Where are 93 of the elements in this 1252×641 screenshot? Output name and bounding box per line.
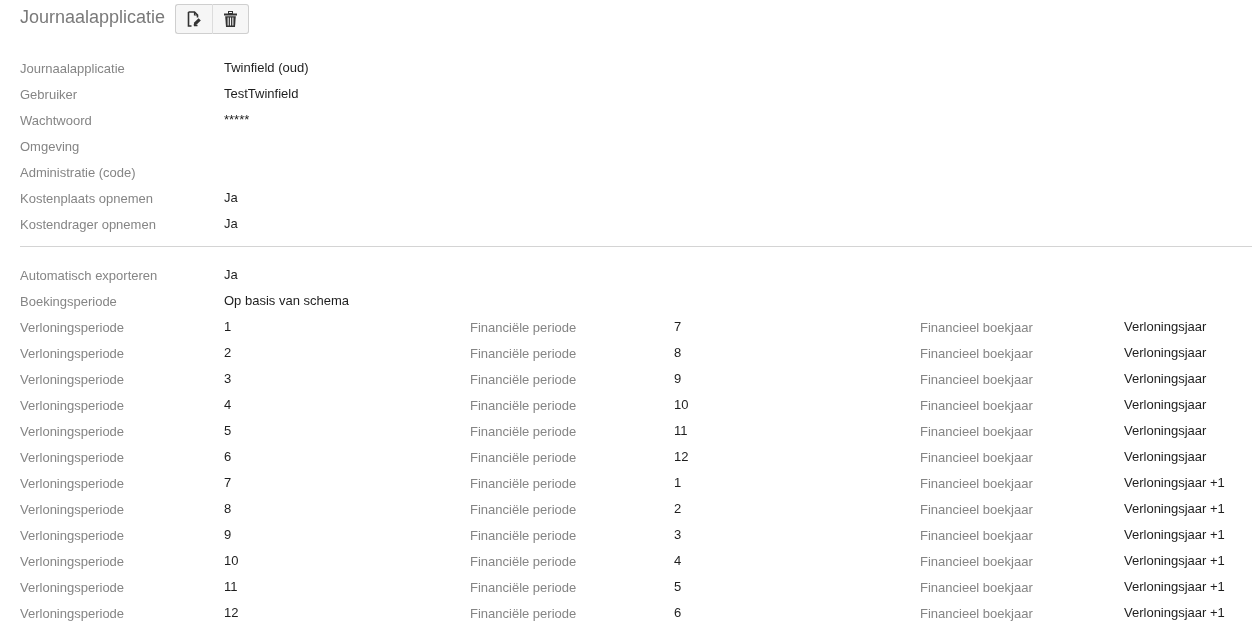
field-label: Administratie (code) <box>20 164 136 180</box>
field-label: Verloningsperiode <box>20 553 125 569</box>
field-value: 6 <box>224 448 232 464</box>
edit-button[interactable] <box>175 4 213 34</box>
field-value: Twinfield (oud) <box>224 59 309 75</box>
field-label: Kostendrager opnemen <box>20 216 156 232</box>
field-label: Verloningsperiode <box>20 423 125 439</box>
field-label: Financieel boekjaar <box>920 475 1033 491</box>
field-value: Verloningsjaar <box>1124 396 1207 412</box>
field-value: Ja <box>224 266 238 282</box>
field-value: 9 <box>224 526 232 542</box>
field-value: Verloningsjaar <box>1124 370 1207 386</box>
field-label: Financieel boekjaar <box>920 319 1033 335</box>
field-value: 10 <box>224 552 239 568</box>
field-label: Financiële periode <box>470 423 577 439</box>
field-label: Financiële periode <box>470 605 577 621</box>
field-value: Verloningsjaar <box>1124 422 1207 438</box>
field-value: 10 <box>674 396 689 412</box>
field-value: 2 <box>224 344 232 360</box>
field-label: Verloningsperiode <box>20 371 125 387</box>
field-value: ***** <box>224 111 250 127</box>
field-label: Financiële periode <box>470 527 577 543</box>
field-label: Financiële periode <box>470 371 577 387</box>
field-label: Verloningsperiode <box>20 501 125 517</box>
field-value: 11 <box>224 578 238 594</box>
field-label: Automatisch exporteren <box>20 267 158 283</box>
field-value: 1 <box>224 318 232 334</box>
field-value: 2 <box>674 500 682 516</box>
field-value: Verloningsjaar +1 <box>1124 578 1225 594</box>
field-label: Verloningsperiode <box>20 397 125 413</box>
page-title: Journaalapplicatie <box>20 7 166 28</box>
trash-icon <box>224 11 238 27</box>
field-value: 9 <box>674 370 682 386</box>
field-value: 7 <box>224 474 232 490</box>
field-label: Financiële periode <box>470 501 577 517</box>
field-value: Ja <box>224 189 238 205</box>
field-label: Financieel boekjaar <box>920 423 1033 439</box>
field-label: Financieel boekjaar <box>920 579 1033 595</box>
field-label: Gebruiker <box>20 86 78 102</box>
field-label: Verloningsperiode <box>20 605 125 621</box>
field-value: Ja <box>224 215 238 231</box>
field-value: Verloningsjaar <box>1124 448 1207 464</box>
field-label: Financiële periode <box>470 449 577 465</box>
field-value: 5 <box>224 422 232 438</box>
field-label: Financieel boekjaar <box>920 371 1033 387</box>
field-value: Verloningsjaar +1 <box>1124 500 1225 516</box>
field-value: 7 <box>674 318 682 334</box>
field-label: Kostenplaats opnemen <box>20 190 153 206</box>
field-value: 5 <box>674 578 682 594</box>
field-value: 3 <box>224 370 232 386</box>
field-label: Boekingsperiode <box>20 293 117 309</box>
field-value: TestTwinfield <box>224 85 299 101</box>
field-label: Verloningsperiode <box>20 579 125 595</box>
field-label: Verloningsperiode <box>20 319 125 335</box>
field-value: 4 <box>224 396 232 412</box>
field-label: Omgeving <box>20 138 80 154</box>
field-label: Verloningsperiode <box>20 527 125 543</box>
field-value: 12 <box>224 604 239 620</box>
field-label: Financieel boekjaar <box>920 449 1033 465</box>
field-label: Financieel boekjaar <box>920 501 1033 517</box>
field-value: 1 <box>674 474 682 490</box>
field-label: Journaalapplicatie <box>20 60 125 76</box>
field-label: Wachtwoord <box>20 112 92 128</box>
field-label: Verloningsperiode <box>20 475 125 491</box>
field-value: Verloningsjaar +1 <box>1124 474 1225 490</box>
field-label: Verloningsperiode <box>20 449 125 465</box>
field-label: Financieel boekjaar <box>920 345 1033 361</box>
field-value: 3 <box>674 526 682 542</box>
field-value: 12 <box>674 448 689 464</box>
field-value: Verloningsjaar <box>1124 344 1207 360</box>
field-label: Financieel boekjaar <box>920 605 1033 621</box>
field-value: Verloningsjaar +1 <box>1124 552 1225 568</box>
field-label: Financiële periode <box>470 579 577 595</box>
field-label: Financiële periode <box>470 475 577 491</box>
field-value: 11 <box>674 422 688 438</box>
field-label: Verloningsperiode <box>20 345 125 361</box>
field-label: Financiële periode <box>470 553 577 569</box>
edit-document-icon <box>187 11 202 27</box>
field-label: Financiële periode <box>470 319 577 335</box>
delete-button[interactable] <box>212 4 250 34</box>
field-label: Financieel boekjaar <box>920 553 1033 569</box>
field-value: 6 <box>674 604 682 620</box>
field-label: Financiële periode <box>470 397 577 413</box>
field-value: 8 <box>224 500 232 516</box>
field-value: 8 <box>674 344 682 360</box>
field-value: Op basis van schema <box>224 292 349 308</box>
field-value: Verloningsjaar +1 <box>1124 526 1225 542</box>
field-label: Financieel boekjaar <box>920 527 1033 543</box>
field-label: Financiële periode <box>470 345 577 361</box>
field-value: Verloningsjaar <box>1124 318 1207 334</box>
field-label: Financieel boekjaar <box>920 397 1033 413</box>
field-value: 4 <box>674 552 682 568</box>
field-value: Verloningsjaar +1 <box>1124 604 1225 620</box>
